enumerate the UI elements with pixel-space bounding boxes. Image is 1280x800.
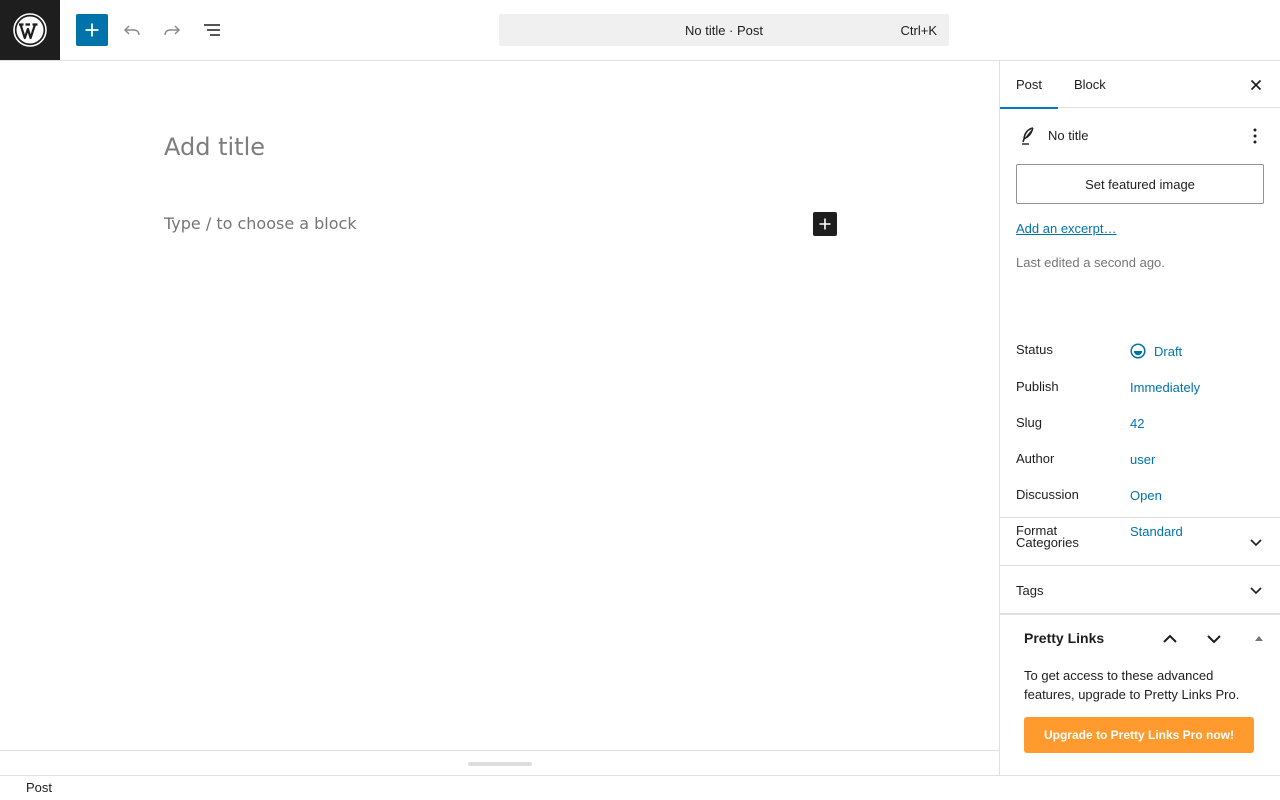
panel-title: Tags — [1016, 583, 1044, 598]
post-title-input[interactable]: Add title — [164, 133, 265, 161]
last-edited-text: Last edited a second ago. — [1016, 255, 1165, 270]
undo-button[interactable] — [116, 14, 148, 46]
editor-header: No title · Post Ctrl+K — [0, 0, 1280, 61]
plus-icon — [85, 23, 99, 37]
post-quill-icon — [1022, 127, 1034, 145]
draft-status-icon — [1130, 343, 1146, 359]
close-icon — [1250, 79, 1262, 91]
command-center-shortcut: Ctrl+K — [900, 23, 937, 38]
post-summary-panel: No title Set featured image Add an excer… — [1000, 108, 1280, 539]
command-center-button[interactable]: No title · Post Ctrl+K — [499, 14, 949, 46]
sidebar-tabs: Post Block — [1000, 61, 1280, 109]
publish-date-toggle[interactable]: Immediately — [1130, 380, 1200, 395]
panel-categories[interactable]: Categories — [1000, 518, 1280, 566]
upgrade-pretty-links-button[interactable]: Upgrade to Pretty Links Pro now! — [1024, 717, 1254, 753]
chevron-down-icon — [1250, 587, 1262, 595]
post-card-title: No title — [1048, 128, 1089, 143]
undo-icon — [123, 25, 140, 36]
author-toggle[interactable]: user — [1130, 452, 1155, 467]
move-up-icon[interactable] — [1160, 629, 1180, 649]
editor-canvas: Add title Type / to choose a block — [0, 61, 999, 750]
chevron-down-icon — [1250, 539, 1262, 547]
set-featured-image-button[interactable]: Set featured image — [1016, 164, 1264, 204]
meta-label: Status — [1016, 342, 1053, 357]
meta-row-discussion: Discussion Open — [1016, 487, 1265, 507]
breadcrumb[interactable]: Post — [26, 780, 52, 795]
canvas-resize-bar — [0, 750, 999, 775]
resize-handle[interactable] — [468, 762, 532, 766]
meta-row-status: Status Draft — [1016, 342, 1265, 362]
wordpress-logo-icon[interactable] — [0, 0, 60, 60]
pretty-links-metabox: Pretty Links To get access to these adva… — [1000, 614, 1280, 775]
meta-label: Slug — [1016, 415, 1043, 430]
pretty-links-title: Pretty Links — [1024, 630, 1105, 646]
default-block-appender[interactable]: Type / to choose a block — [164, 214, 357, 233]
add-excerpt-link[interactable]: Add an excerpt… — [1016, 221, 1116, 236]
pretty-links-description: To get access to these advanced features… — [1024, 668, 1240, 702]
meta-label: Discussion — [1016, 487, 1079, 502]
discussion-toggle[interactable]: Open — [1130, 488, 1162, 503]
panel-tags[interactable]: Tags — [1000, 566, 1280, 614]
list-view-icon — [204, 24, 220, 36]
list-view-button[interactable] — [196, 14, 228, 46]
toggle-panel-icon[interactable] — [1254, 633, 1264, 643]
editor-footer: Post — [0, 775, 1280, 800]
meta-row-publish: Publish Immediately — [1016, 379, 1265, 399]
meta-row-author: Author user — [1016, 451, 1265, 471]
settings-sidebar: Post Block No title Set featured image A… — [999, 61, 1280, 775]
inline-block-inserter-button[interactable] — [813, 212, 837, 236]
redo-button[interactable] — [156, 14, 188, 46]
post-actions-button[interactable] — [1245, 126, 1265, 146]
tab-block[interactable]: Block — [1058, 61, 1122, 108]
meta-row-slug: Slug 42 — [1016, 415, 1265, 435]
slug-toggle[interactable]: 42 — [1130, 416, 1144, 431]
meta-label: Author — [1016, 451, 1055, 466]
more-vertical-icon — [1253, 128, 1257, 144]
command-center-title: No title · Post — [684, 22, 764, 38]
tab-post[interactable]: Post — [1000, 61, 1059, 109]
plus-icon — [819, 218, 831, 230]
move-down-icon[interactable] — [1204, 629, 1224, 649]
post-card-header: No title — [1016, 126, 1265, 146]
redo-icon — [164, 25, 181, 36]
meta-label: Publish — [1016, 379, 1059, 394]
close-sidebar-button[interactable] — [1244, 73, 1268, 97]
status-toggle[interactable]: Draft — [1130, 343, 1182, 359]
add-block-button[interactable] — [76, 14, 108, 46]
panel-title: Categories — [1016, 535, 1079, 550]
status-value: Draft — [1154, 343, 1183, 359]
